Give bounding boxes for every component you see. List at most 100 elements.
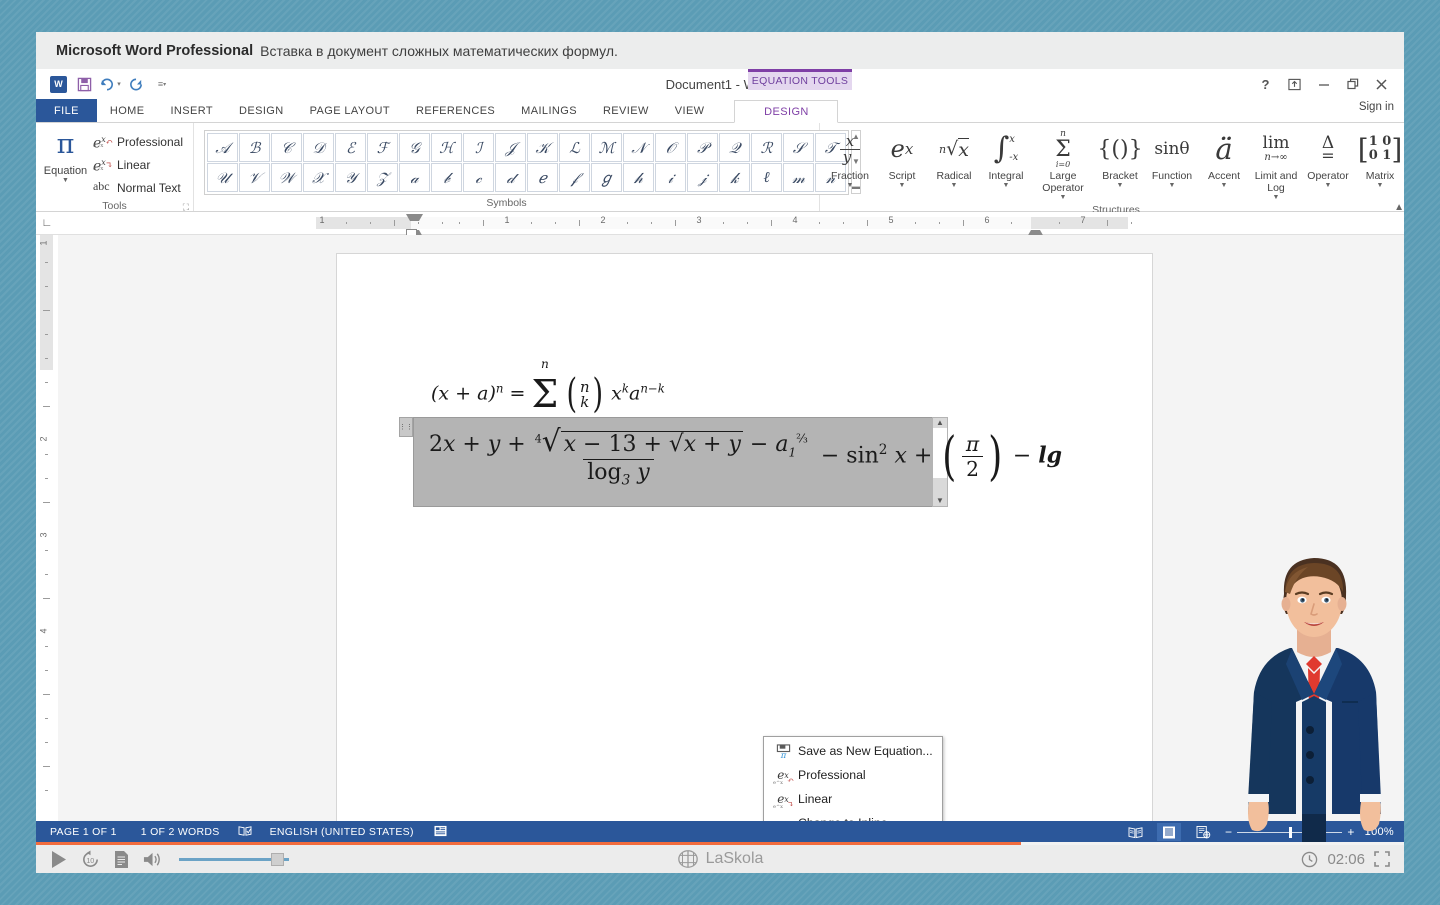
sign-in-link[interactable]: Sign in <box>1359 101 1394 113</box>
menu-item-professional[interactable]: exe^x↶ Professional <box>764 763 942 787</box>
tab-review[interactable]: REVIEW <box>590 99 662 122</box>
equation-context-menu[interactable]: π Save as New Equation... exe^x↶ Profess… <box>763 736 943 821</box>
document-canvas[interactable]: (x + a)n = nΣk=0 (nk) xkan−k ⋮⋮ ▲ ▼ <box>58 235 1404 821</box>
symbol-cell[interactable]: ℳ <box>591 133 622 162</box>
proofing-errors-icon[interactable] <box>238 825 252 840</box>
read-mode-icon[interactable] <box>1123 823 1147 841</box>
tab-page-layout[interactable]: PAGE LAYOUT <box>297 99 403 122</box>
structure-radical-button[interactable]: n√x Radical ▼ <box>928 127 980 190</box>
rewind-10-icon[interactable]: 10 <box>81 850 100 869</box>
status-bar[interactable]: PAGE 1 OF 1 1 OF 2 WORDS ENGLISH (UNITED… <box>36 821 1404 842</box>
structure-function-button[interactable]: sinθ Function ▼ <box>1146 127 1198 190</box>
symbol-cell[interactable]: ℓ <box>751 163 782 192</box>
tab-stop-selector[interactable]: ∟ <box>36 212 58 234</box>
symbol-cell[interactable]: 𝓂 <box>783 163 814 192</box>
symbol-cell[interactable]: ℱ <box>367 133 398 162</box>
symbol-cell[interactable]: 𝓀 <box>719 163 750 192</box>
symbol-cell[interactable]: 𝒳 <box>303 163 334 192</box>
chevron-down-icon[interactable]: ▼ <box>899 182 906 190</box>
symbol-cell[interactable]: 𝒵 <box>367 163 398 192</box>
minimize-icon[interactable] <box>1309 71 1338 97</box>
symbols-row-2[interactable]: 𝒰 𝒱 𝒲 𝒳 𝒴 𝒵 𝒶 𝒷 𝒸 𝒹 ℯ 𝒻 ℊ 𝒽 <box>207 163 846 192</box>
volume-slider[interactable] <box>179 858 289 861</box>
normal-text-button[interactable]: abc Normal Text <box>89 177 187 198</box>
symbol-cell[interactable]: 𝒪 <box>655 133 686 162</box>
symbol-cell[interactable]: 𝒜 <box>207 133 238 162</box>
chevron-down-icon[interactable]: ▼ <box>1377 182 1384 190</box>
menu-item-linear[interactable]: exe^x↴ Linear <box>764 787 942 811</box>
chevron-down-icon[interactable]: ▼ <box>1273 194 1280 202</box>
print-layout-icon[interactable] <box>1157 823 1181 841</box>
symbol-cell[interactable]: ℒ <box>559 133 590 162</box>
window-controls[interactable]: ? <box>1251 69 1396 99</box>
structure-fraction-button[interactable]: xy Fraction ▼ <box>824 127 876 190</box>
play-icon[interactable] <box>50 850 67 869</box>
tab-mailings[interactable]: MAILINGS <box>508 99 590 122</box>
chevron-down-icon[interactable]: ▼ <box>1169 182 1176 190</box>
transcript-icon[interactable] <box>114 850 129 869</box>
symbol-cell[interactable]: 𝒢 <box>399 133 430 162</box>
symbol-cell[interactable]: ℛ <box>751 133 782 162</box>
structure-integral-button[interactable]: ∫x-x Integral ▼ <box>980 127 1032 190</box>
symbol-cell[interactable]: 𝒫 <box>687 133 718 162</box>
chevron-down-icon[interactable]: ▼ <box>62 177 69 184</box>
vertical-ruler[interactable]: 1 2 3 4 <box>36 235 58 821</box>
volume-thumb[interactable] <box>271 853 284 866</box>
symbol-cell[interactable]: 𝒞 <box>271 133 302 162</box>
symbols-row-1[interactable]: 𝒜 ℬ 𝒞 𝒟 ℰ ℱ 𝒢 ℋ ℐ 𝒥 𝒦 ℒ ℳ 𝒩 <box>207 133 846 162</box>
symbol-cell[interactable]: 𝒲 <box>271 163 302 192</box>
chevron-down-icon[interactable]: ▼ <box>1325 182 1332 190</box>
tab-design[interactable]: DESIGN <box>226 99 297 122</box>
chevron-down-icon[interactable]: ▼ <box>1003 182 1010 190</box>
symbol-cell[interactable]: 𝒥 <box>495 133 526 162</box>
player-controls-left[interactable]: 10 <box>50 845 289 873</box>
equation-button[interactable]: π Equation ▼ <box>42 127 89 184</box>
symbol-cell[interactable]: ℋ <box>431 133 462 162</box>
symbol-cell[interactable]: 𝒾 <box>655 163 686 192</box>
document-page[interactable]: (x + a)n = nΣk=0 (nk) xkan−k ⋮⋮ ▲ ▼ <box>337 254 1152 821</box>
quick-access-toolbar[interactable]: W ▾ ≡▾ <box>36 72 175 96</box>
status-language[interactable]: ENGLISH (UNITED STATES) <box>270 826 414 838</box>
symbol-cell[interactable]: 𝒮 <box>783 133 814 162</box>
ribbon-display-options-icon[interactable] <box>1280 71 1309 97</box>
symbol-cell[interactable]: 𝒹 <box>495 163 526 192</box>
symbol-cell[interactable]: ℊ <box>591 163 622 192</box>
volume-icon[interactable] <box>143 850 163 869</box>
undo-icon[interactable]: ▾ <box>97 72 123 96</box>
redo-icon[interactable] <box>123 72 149 96</box>
symbol-cell[interactable]: ℰ <box>335 133 366 162</box>
linear-button[interactable]: exe^x↴ Linear <box>89 154 187 175</box>
symbol-cell[interactable]: 𝒸 <box>463 163 494 192</box>
macro-record-icon[interactable] <box>434 825 447 840</box>
symbol-cell[interactable]: 𝒽 <box>623 163 654 192</box>
symbol-cell[interactable]: 𝒩 <box>623 133 654 162</box>
status-page[interactable]: PAGE 1 OF 1 <box>50 826 117 838</box>
tab-view[interactable]: VIEW <box>662 99 718 122</box>
structure-large-operator-button[interactable]: nΣi=0 Large Operator ▼ <box>1032 127 1094 202</box>
symbol-cell[interactable]: ℬ <box>239 133 270 162</box>
web-layout-icon[interactable] <box>1191 823 1215 841</box>
tab-insert[interactable]: INSERT <box>157 99 226 122</box>
structure-script-button[interactable]: ex Script ▼ <box>876 127 928 190</box>
symbol-cell[interactable]: 𝒿 <box>687 163 718 192</box>
symbol-cell[interactable]: 𝒶 <box>399 163 430 192</box>
close-icon[interactable] <box>1367 71 1396 97</box>
chevron-down-icon[interactable]: ▼ <box>1060 194 1067 202</box>
tab-equation-design[interactable]: DESIGN <box>734 100 838 123</box>
horizontal-ruler[interactable]: 1 1 2 3 4 5 6 7 <box>58 212 1404 234</box>
symbol-cell[interactable]: ℐ <box>463 133 494 162</box>
equation-drag-handle[interactable]: ⋮⋮ <box>399 417 413 437</box>
video-player-bar[interactable]: 10 LaSkola 02:06 <box>36 842 1404 873</box>
save-icon[interactable] <box>71 72 97 96</box>
structure-matrix-button[interactable]: [1 00 1] Matrix ▼ <box>1354 127 1404 190</box>
equation-complex[interactable]: 2x + y + 4√x − 13 + √x + y − a1²⁄₃ log3 … <box>423 424 1062 489</box>
structure-operator-button[interactable]: Δ= Operator ▼ <box>1302 127 1354 190</box>
chevron-down-icon[interactable]: ▼ <box>1117 182 1124 190</box>
tab-home[interactable]: HOME <box>97 99 158 122</box>
status-words[interactable]: 1 OF 2 WORDS <box>141 826 220 838</box>
symbol-cell[interactable]: 𝒱 <box>239 163 270 192</box>
structure-accent-button[interactable]: ä̈ Accent ▼ <box>1198 127 1250 190</box>
symbol-cell[interactable]: 𝒰 <box>207 163 238 192</box>
scroll-up-icon[interactable]: ▲ <box>933 418 947 428</box>
chevron-down-icon[interactable]: ▼ <box>847 182 854 190</box>
